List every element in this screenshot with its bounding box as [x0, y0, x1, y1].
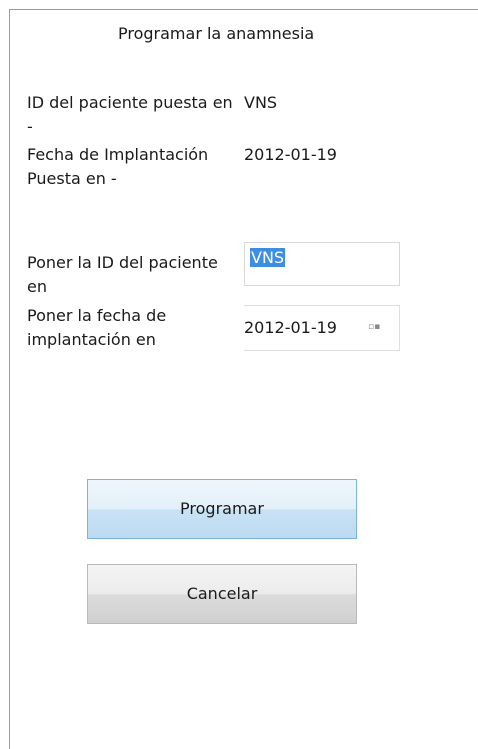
patient-id-input-text: VNS [250, 248, 286, 267]
cancel-button[interactable]: Cancelar [87, 564, 357, 624]
current-patient-id-label: ID del paciente puesta en - [27, 93, 233, 136]
new-implant-date-label: Poner la fecha de implantación en [27, 306, 167, 349]
patient-id-input[interactable]: VNS [244, 242, 400, 286]
implant-date-picker[interactable]: 2012-01-19 ▫▪ [244, 305, 400, 351]
implant-date-picker-value: 2012-01-19 [244, 318, 337, 337]
new-patient-id-label: Poner la ID del paciente en [27, 253, 218, 296]
current-patient-id-value: VNS [244, 93, 278, 112]
program-button[interactable]: Programar [87, 479, 357, 539]
dialog-title: Programar la anamnesia [118, 24, 315, 43]
calendar-dropdown-icon[interactable]: ▫▪ [368, 322, 380, 332]
current-implant-date-label: Fecha de Implantación Puesta en - [27, 145, 209, 188]
current-implant-date-value: 2012-01-19 [244, 145, 337, 164]
